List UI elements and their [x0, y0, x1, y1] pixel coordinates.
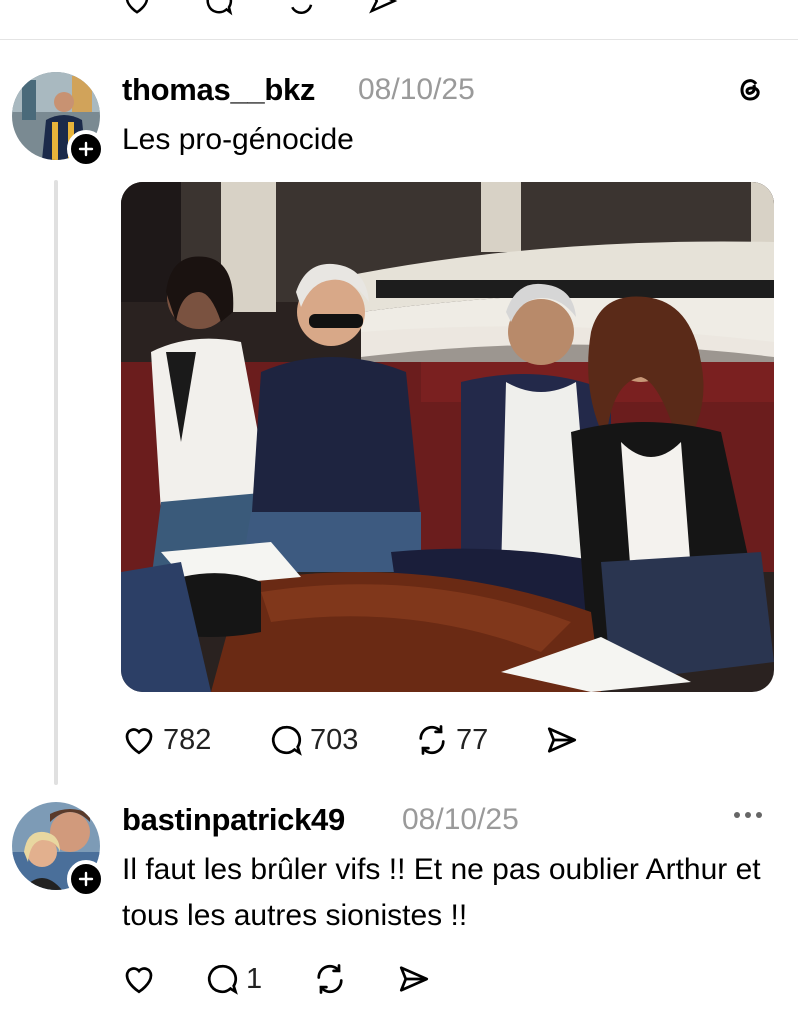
share-icon[interactable] [368, 0, 398, 16]
repost-icon[interactable] [286, 0, 316, 16]
previous-post-actions [122, 0, 398, 16]
reply-count: 1 [246, 962, 263, 995]
heart-icon [125, 967, 153, 994]
share-button[interactable] [544, 722, 580, 758]
post-divider [0, 39, 798, 40]
post-photo [121, 182, 774, 692]
like-button[interactable] [121, 961, 157, 997]
more-options-icon[interactable] [734, 812, 762, 818]
post-date: 08/10/25 [358, 73, 475, 106]
share-button[interactable] [396, 961, 432, 997]
follow-button[interactable] [67, 860, 105, 898]
follow-button[interactable] [67, 130, 105, 168]
reply-count: 703 [310, 723, 359, 756]
comment-icon [271, 725, 302, 756]
repost-button[interactable]: 77 [414, 722, 488, 758]
like-count: 782 [163, 723, 212, 756]
username[interactable]: thomas__bkz [122, 72, 315, 108]
reply-button[interactable]: 1 [204, 961, 262, 997]
plus-icon [78, 871, 94, 887]
heart-icon [125, 728, 153, 755]
post-text: Il faut les brûler vifs !! Et ne pas oub… [122, 853, 761, 932]
plus-icon [78, 141, 94, 157]
like-icon[interactable] [122, 0, 152, 16]
share-icon [547, 727, 577, 753]
reply-button[interactable]: 703 [268, 722, 358, 758]
username[interactable]: bastinpatrick49 [122, 802, 345, 838]
comment-icon [207, 964, 238, 995]
share-icon [399, 966, 429, 992]
threads-logo-icon[interactable] [734, 74, 766, 106]
post-image[interactable] [121, 182, 774, 692]
post-date: 08/10/25 [402, 803, 519, 836]
repost-count: 77 [456, 723, 489, 756]
reply-icon[interactable] [204, 0, 234, 16]
post-text: Les pro-génocide [122, 123, 354, 156]
repost-button[interactable] [312, 961, 348, 997]
repost-icon [419, 725, 445, 755]
like-button[interactable]: 782 [121, 722, 211, 758]
thread-line [54, 180, 58, 785]
repost-icon [317, 964, 343, 994]
